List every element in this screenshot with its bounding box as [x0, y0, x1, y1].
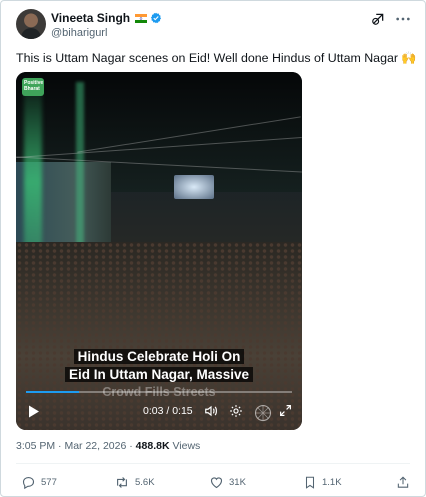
more-icon[interactable]: [395, 12, 411, 31]
like-icon: [210, 477, 223, 489]
avatar[interactable]: [16, 9, 46, 39]
video-caption-line: Hindus Celebrate Holi On: [16, 348, 302, 365]
video-logo: Positive Bharat: [22, 78, 44, 96]
like-button[interactable]: 31K: [209, 475, 246, 490]
bookmark-button[interactable]: 1.1K: [303, 475, 342, 490]
share-icon: [397, 476, 409, 488]
author-name[interactable]: Vineeta Singh: [51, 11, 130, 25]
views-label: Views: [172, 440, 201, 452]
reply-button[interactable]: 577: [21, 475, 57, 490]
bookmark-icon: [305, 476, 315, 489]
meta-separator: ·: [58, 440, 62, 452]
video-frame-screen: [174, 175, 214, 199]
video-controls: 0:03 / 0:15: [16, 400, 302, 422]
video-time: 0:03 / 0:15: [143, 405, 193, 417]
video-progress-fill: [26, 391, 80, 393]
play-icon[interactable]: [28, 405, 40, 423]
video-logo-text: Positive Bharat: [24, 80, 44, 92]
verified-badge-icon: [151, 12, 162, 24]
tweet-actions: 577 5.6K 31K 1.1K: [16, 475, 412, 493]
repost-button[interactable]: 5.6K: [114, 475, 155, 490]
settings-icon[interactable]: [229, 404, 243, 423]
grok-icon[interactable]: [371, 12, 385, 31]
video-player[interactable]: Positive Bharat Hindus Celebrate Holi On…: [16, 72, 302, 430]
repost-icon: [117, 477, 127, 488]
author-name-row: Vineeta Singh: [51, 11, 162, 25]
video-progress-bar[interactable]: [26, 391, 292, 393]
meta-separator: ·: [129, 440, 133, 452]
volume-icon[interactable]: [204, 404, 218, 423]
divider: [16, 463, 410, 464]
tweet-text: This is Uttam Nagar scenes on Eid! Well …: [16, 51, 417, 65]
video-watermark-icon: [254, 404, 272, 427]
tweet-meta: 3:05 PM · Mar 22, 2026 · 488.8K Views: [16, 440, 200, 452]
share-button[interactable]: [396, 475, 410, 490]
author-handle[interactable]: @biharigurl: [51, 27, 107, 39]
video-caption-line: Eid In Uttam Nagar, Massive: [16, 366, 302, 383]
tweet-time[interactable]: 3:05 PM: [16, 440, 55, 452]
reply-count: 577: [41, 477, 57, 488]
fullscreen-icon[interactable]: [279, 404, 292, 422]
tweet-date[interactable]: Mar 22, 2026: [64, 440, 126, 452]
tweet-card: Vineeta Singh @biharigurl This is Uttam …: [0, 0, 426, 497]
bookmark-count: 1.1K: [322, 477, 342, 488]
like-count: 31K: [229, 477, 246, 488]
repost-count: 5.6K: [135, 477, 155, 488]
india-flag-icon: [135, 13, 148, 23]
tweet-top-actions: [371, 12, 411, 31]
reply-icon: [22, 476, 35, 490]
views-count: 488.8K: [135, 440, 170, 452]
